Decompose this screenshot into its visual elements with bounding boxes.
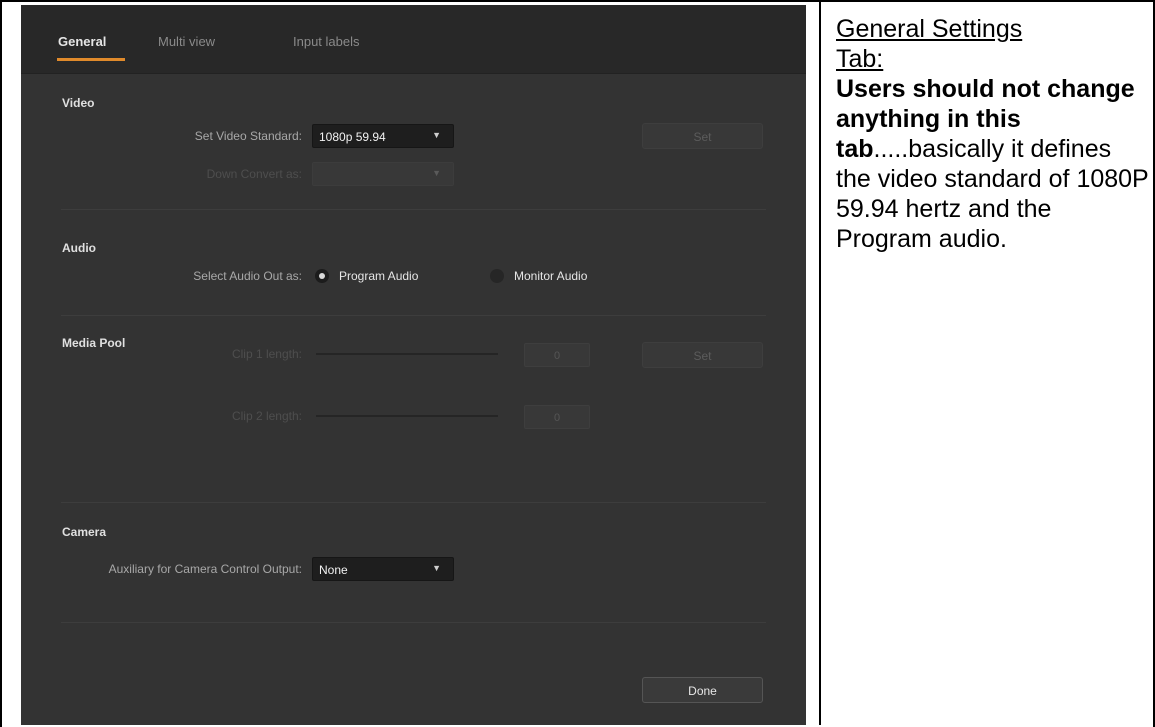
clip1-length-label: Clip 1 length: bbox=[231, 347, 302, 361]
done-button[interactable]: Done bbox=[642, 677, 763, 703]
tab-input-labels[interactable]: Input labels bbox=[293, 34, 360, 49]
notes-heading-line1: General Settings bbox=[836, 15, 1023, 43]
active-tab-indicator bbox=[57, 58, 125, 61]
camera-aux-dropdown[interactable]: None ▼ bbox=[312, 557, 454, 581]
camera-aux-label: Auxiliary for Camera Control Output: bbox=[108, 562, 302, 576]
section-divider bbox=[61, 209, 766, 210]
settings-window: General Multi view Input labels Video Se… bbox=[21, 5, 806, 725]
media-pool-set-button[interactable]: Set bbox=[642, 342, 763, 368]
chevron-down-icon: ▼ bbox=[432, 563, 441, 573]
clip2-length-value[interactable]: 0 bbox=[524, 405, 590, 429]
tab-bar: General Multi view Input labels bbox=[21, 5, 806, 74]
audio-out-label: Select Audio Out as: bbox=[193, 269, 302, 283]
tab-general[interactable]: General bbox=[58, 34, 106, 49]
monitor-audio-label: Monitor Audio bbox=[514, 269, 588, 283]
down-convert-label: Down Convert as: bbox=[206, 167, 302, 181]
tab-multi-view[interactable]: Multi view bbox=[158, 34, 215, 49]
clip2-length-label: Clip 2 length: bbox=[231, 409, 302, 423]
chevron-down-icon: ▼ bbox=[432, 130, 441, 140]
video-standard-label: Set Video Standard: bbox=[194, 129, 302, 143]
clip1-length-value[interactable]: 0 bbox=[524, 343, 590, 367]
video-set-button[interactable]: Set bbox=[642, 123, 763, 149]
camera-section-title: Camera bbox=[62, 525, 107, 539]
video-standard-dropdown[interactable]: 1080p 59.94 ▼ bbox=[312, 124, 454, 148]
notes-heading-line2: Tab: bbox=[836, 45, 884, 73]
camera-aux-value: None bbox=[319, 563, 348, 577]
down-convert-dropdown[interactable]: ▼ bbox=[312, 162, 454, 186]
section-divider bbox=[61, 315, 766, 316]
notes-body-text: .....basically it defines the video stan… bbox=[836, 135, 1149, 253]
monitor-audio-radio[interactable] bbox=[490, 269, 504, 283]
section-divider bbox=[61, 502, 766, 503]
program-audio-label: Program Audio bbox=[339, 269, 419, 283]
section-divider bbox=[61, 622, 766, 623]
notes-cell: General Settings Tab: Users should not c… bbox=[836, 14, 1151, 254]
video-standard-value: 1080p 59.94 bbox=[319, 130, 386, 144]
clip2-length-slider[interactable] bbox=[316, 415, 498, 417]
table-cell-divider bbox=[819, 0, 821, 725]
chevron-down-icon: ▼ bbox=[432, 168, 441, 178]
audio-section-title: Audio bbox=[62, 241, 96, 255]
video-section-title: Video bbox=[62, 96, 95, 110]
clip1-length-slider[interactable] bbox=[316, 353, 498, 355]
program-audio-radio[interactable] bbox=[315, 269, 329, 283]
